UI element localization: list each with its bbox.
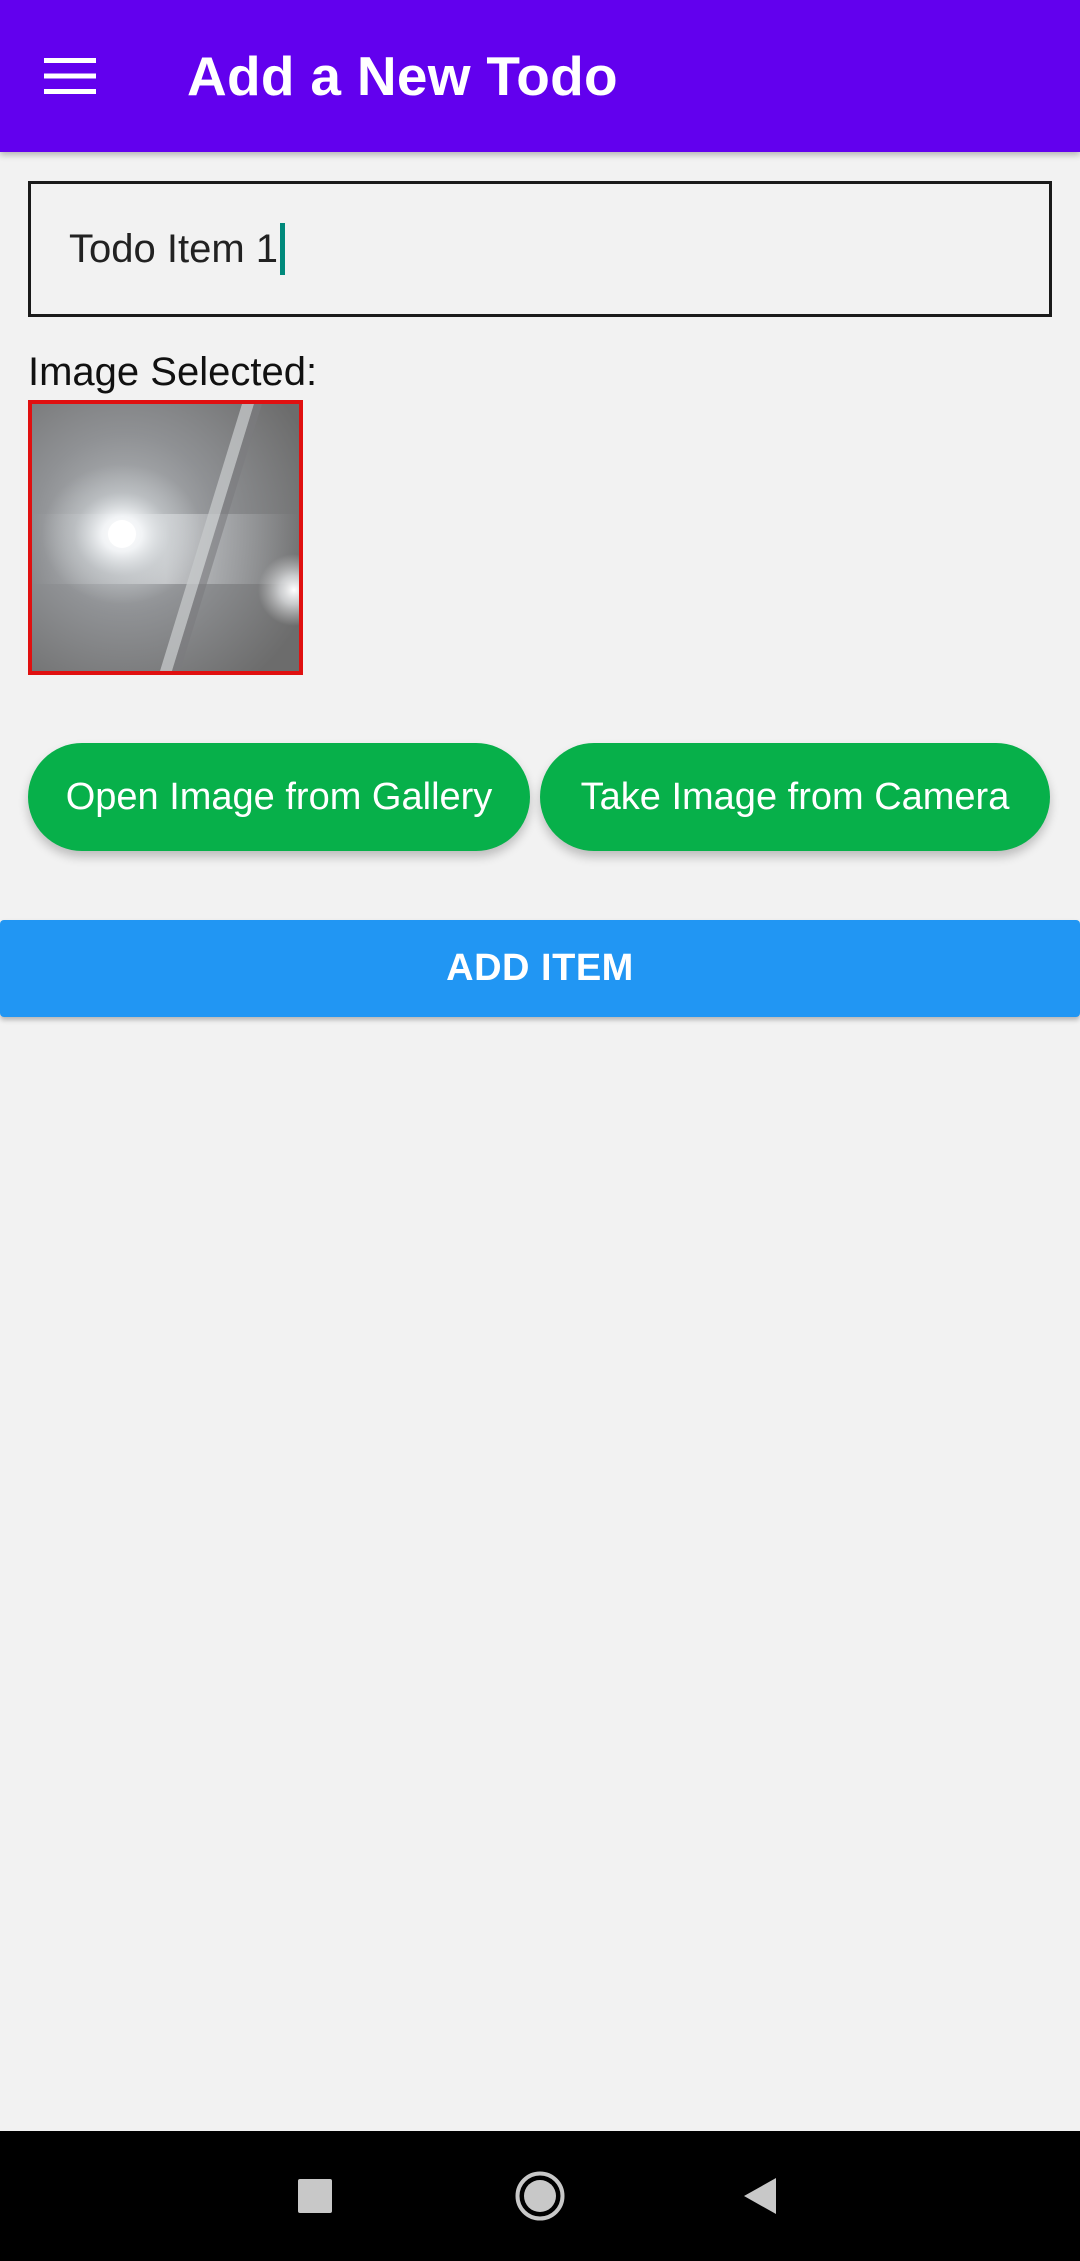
add-item-button[interactable]: ADD ITEM [0,920,1080,1017]
selected-image-thumbnail [28,400,303,675]
menu-button[interactable] [30,40,110,112]
todo-text-input[interactable]: Todo Item 1 [28,181,1052,317]
circle-home-icon [515,2171,565,2221]
recents-button[interactable] [275,2156,355,2236]
system-navigation-bar [0,2131,1080,2261]
hamburger-menu-icon [44,58,96,94]
app-bar: Add a New Todo [0,0,1080,152]
home-button[interactable] [500,2156,580,2236]
image-selected-label: Image Selected: [28,350,318,394]
open-gallery-button[interactable]: Open Image from Gallery [28,743,530,851]
take-camera-image-button[interactable]: Take Image from Camera [540,743,1050,851]
square-recents-icon [298,2179,332,2213]
back-button[interactable] [720,2156,800,2236]
todo-input-value: Todo Item 1 [69,226,279,271]
page-title: Add a New Todo [187,45,618,107]
triangle-back-icon [744,2178,776,2214]
text-caret [280,223,286,275]
